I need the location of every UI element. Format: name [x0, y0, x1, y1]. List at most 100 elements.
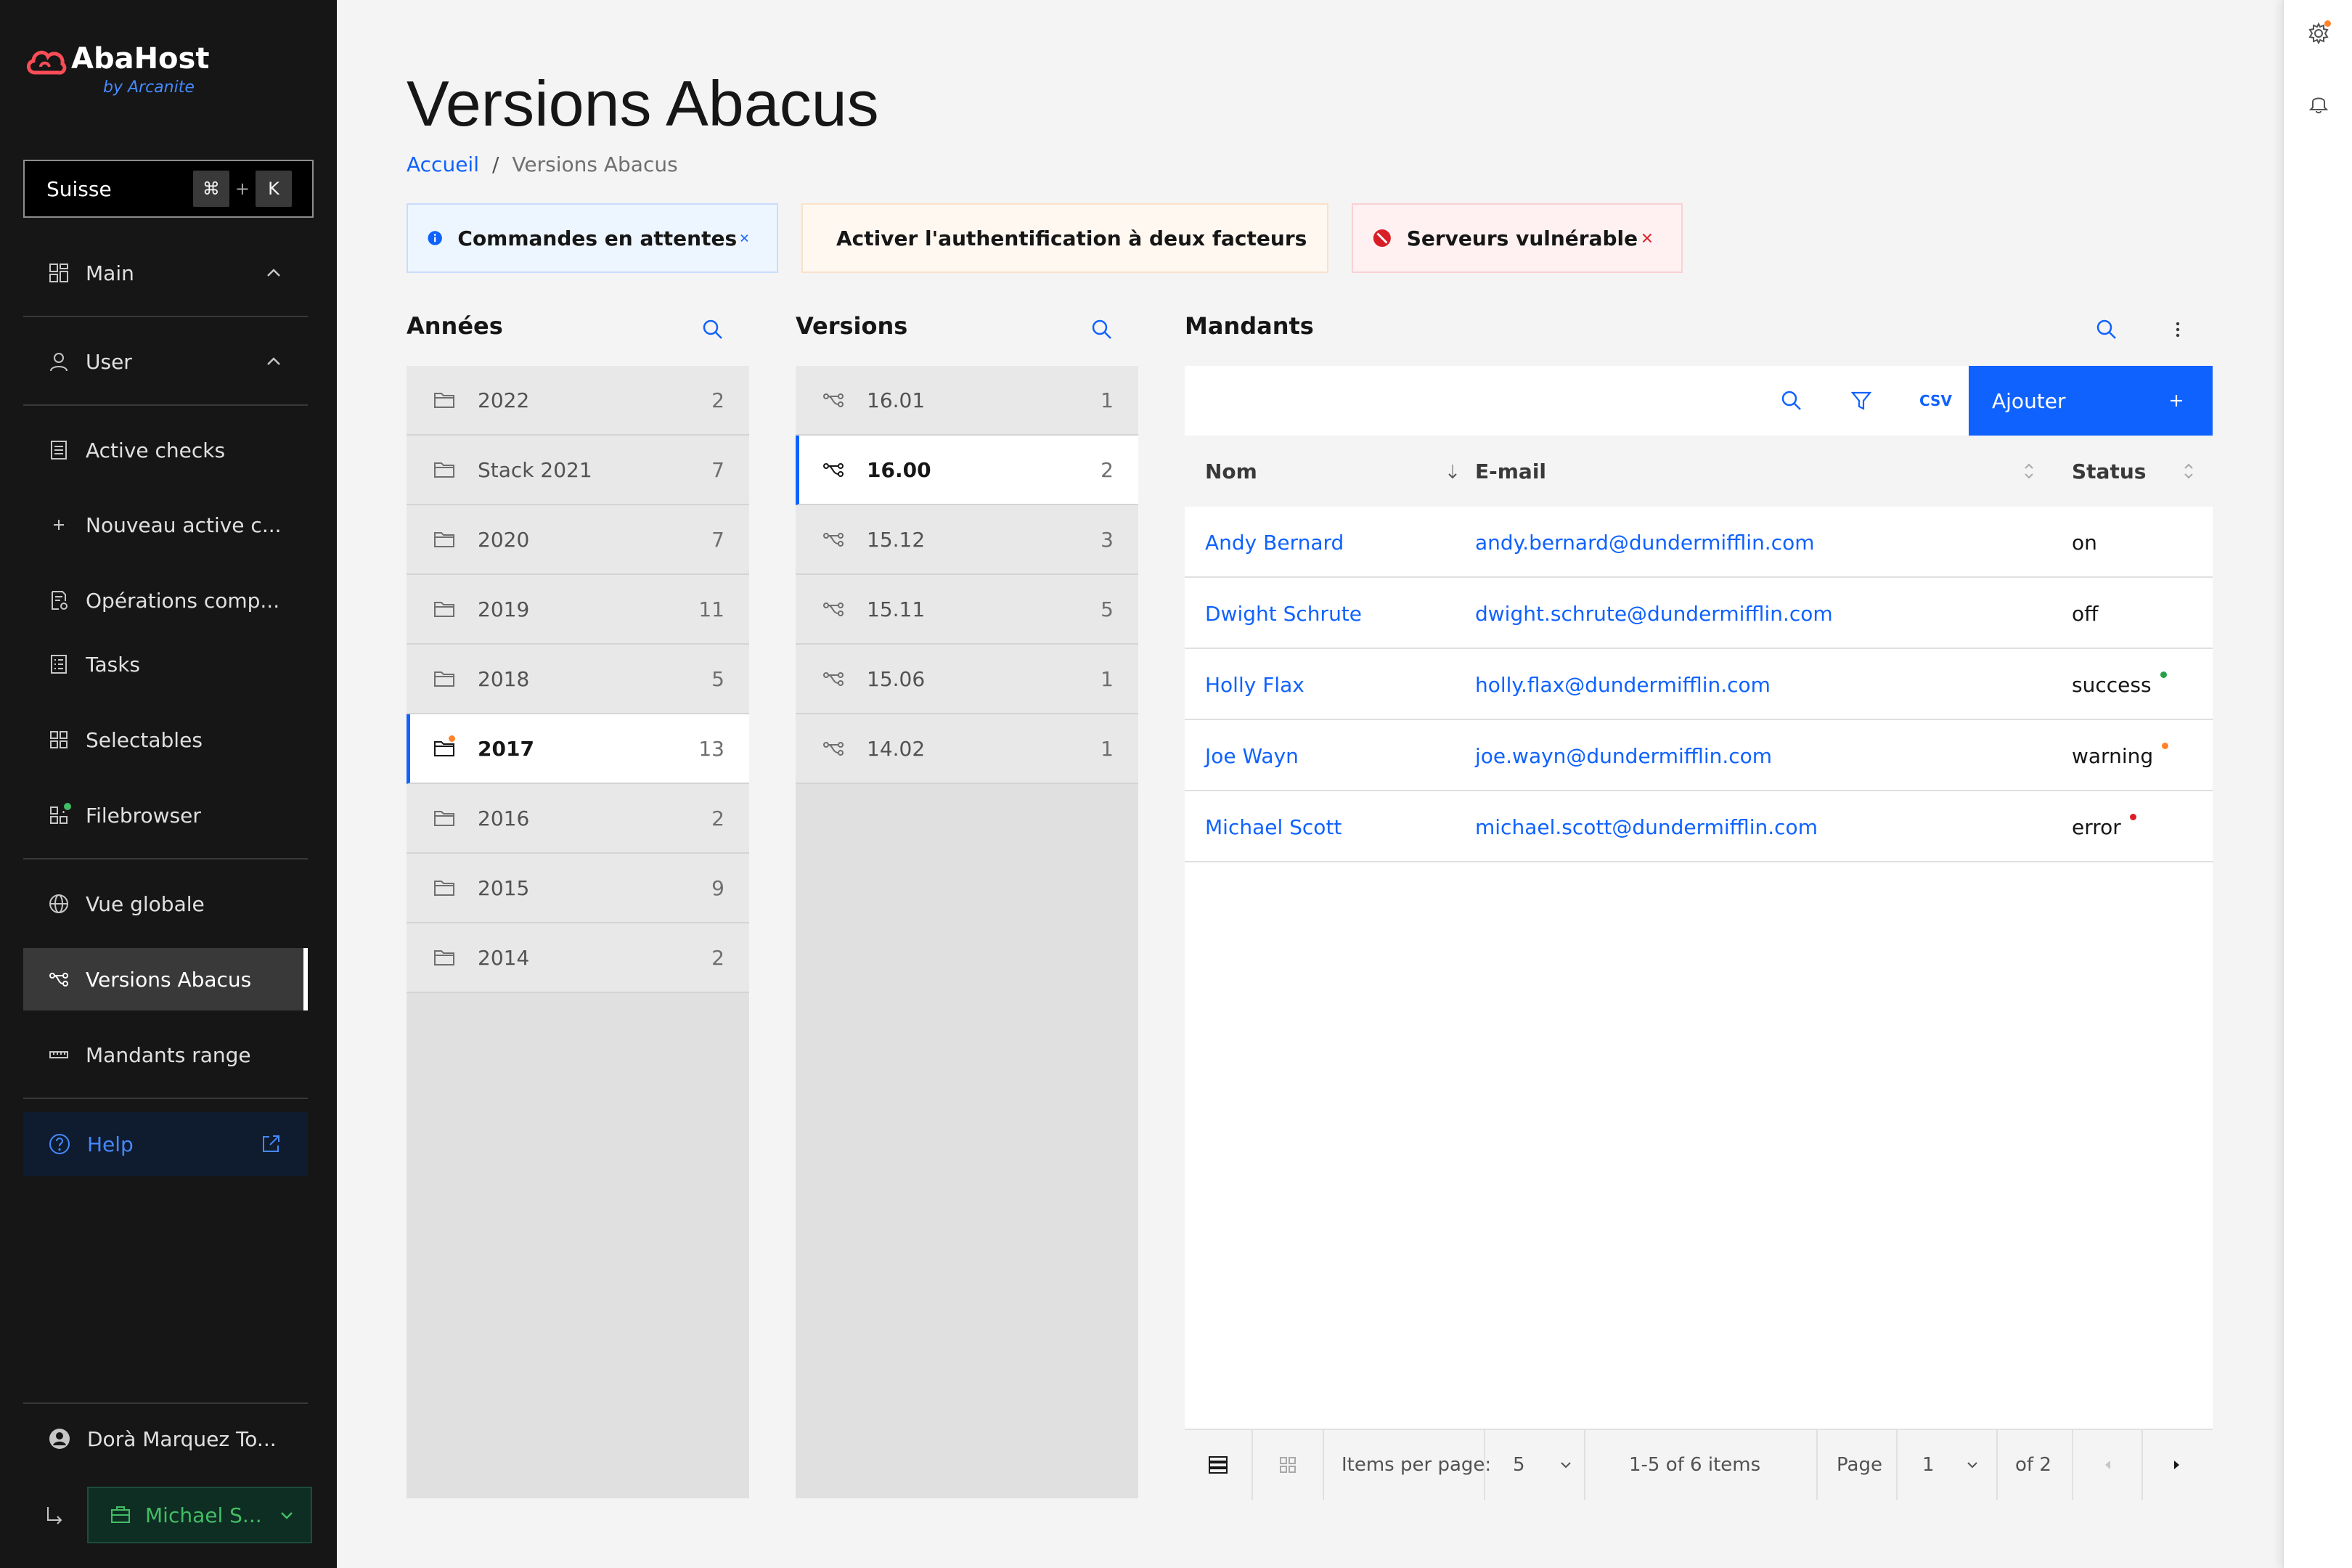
logo[interactable]: AbaHost [25, 42, 209, 78]
chevron-up-icon[interactable] [263, 262, 285, 284]
close-icon[interactable] [737, 228, 752, 248]
breadcrumb-home[interactable]: Accueil [407, 152, 479, 176]
version-item[interactable]: 14.02 1 [796, 714, 1138, 784]
overflow-menu-icon[interactable] [2166, 318, 2189, 341]
pager-divider [1251, 1430, 1253, 1500]
notification-warning-text: Activer l'authentification à deux facteu… [836, 226, 1307, 250]
nav-vue-globale-label: Vue globale [86, 891, 205, 916]
nav-tasks[interactable]: Tasks [23, 633, 308, 695]
folder-icon [433, 667, 456, 690]
year-label: 2017 [478, 736, 534, 761]
nav-divider [23, 1098, 308, 1099]
mandant-name[interactable]: Michael Scott [1205, 791, 1342, 862]
chevron-up-icon[interactable] [263, 351, 285, 372]
nav-mandants-range-label: Mandants range [86, 1042, 251, 1067]
filter-icon[interactable] [1850, 389, 1873, 412]
nav-user[interactable]: User [23, 330, 308, 393]
nav-filebrowser[interactable]: Filebrowser [23, 784, 308, 846]
year-item[interactable]: 2018 5 [407, 645, 749, 714]
mandant-name[interactable]: Dwight Schrute [1205, 578, 1362, 649]
user-avatar-icon [49, 1429, 70, 1449]
mandant-name[interactable]: Holly Flax [1205, 649, 1304, 720]
year-item[interactable]: 2017 13 [407, 714, 749, 784]
mandant-email[interactable]: holly.flax@dundermifflin.com [1475, 649, 1771, 720]
client-switcher-button[interactable]: Michael S... [87, 1487, 312, 1543]
table-row[interactable]: Andy Bernard andy.bernard@dundermifflin.c… [1185, 507, 2213, 578]
current-user[interactable]: Dorà Marquez To... [23, 1407, 308, 1471]
column-header-name[interactable]: Nom [1205, 436, 1466, 507]
version-item[interactable]: 15.11 5 [796, 575, 1138, 645]
folder-icon [433, 388, 456, 412]
mandant-email[interactable]: dwight.schrute@dundermifflin.com [1475, 578, 1833, 649]
next-page-button[interactable] [2168, 1430, 2185, 1500]
search-icon[interactable] [2095, 318, 2118, 341]
page-label: Page [1837, 1454, 1882, 1476]
column-header-email[interactable]: E-mail [1475, 436, 2041, 507]
close-icon[interactable] [1638, 228, 1657, 248]
table-row[interactable]: Joe Wayn joe.wayn@dundermifflin.com warnin… [1185, 720, 2213, 791]
list-view-button[interactable] [1206, 1430, 1230, 1500]
mandant-status-text: warning [2072, 743, 2154, 768]
nav-versions-abacus[interactable]: Versions Abacus [23, 948, 308, 1010]
dashboard-icon [49, 264, 68, 282]
previous-page-button[interactable] [2099, 1430, 2117, 1500]
column-header-status[interactable]: Status [2072, 436, 2195, 507]
settings-button[interactable] [2307, 20, 2331, 45]
version-item[interactable]: 16.01 1 [796, 366, 1138, 436]
nav-selectables[interactable]: Selectables [23, 709, 308, 771]
version-count: 1 [1101, 388, 1114, 412]
nav-active-checks[interactable]: Active checks [23, 419, 308, 481]
notification-error-text: Serveurs vulnérable [1406, 226, 1638, 250]
year-item[interactable]: 2022 2 [407, 366, 749, 436]
nav-operations[interactable]: Opérations comp... [23, 569, 308, 632]
mandant-name[interactable]: Joe Wayn [1205, 720, 1299, 791]
table-row[interactable]: Dwight Schrute dwight.schrute@dundermiffl… [1185, 578, 2213, 649]
quick-search-box[interactable]: Suisse ⌘ + K [23, 160, 314, 218]
csv-export-button[interactable]: CSV [1919, 392, 1952, 409]
nav-operations-label: Opérations comp... [86, 588, 280, 613]
mandant-email[interactable]: joe.wayn@dundermifflin.com [1475, 720, 1772, 791]
table-row[interactable]: Michael Scott michael.scott@dundermifflin… [1185, 791, 2213, 862]
nav-nouveau-active-check[interactable]: Nouveau active c... [23, 494, 308, 556]
nav-vue-globale[interactable]: Vue globale [23, 873, 308, 935]
version-item[interactable]: 15.06 1 [796, 645, 1138, 714]
notifications-button[interactable] [2307, 91, 2330, 115]
mandant-email[interactable]: michael.scott@dundermifflin.com [1475, 791, 1818, 862]
caret-left-icon [2105, 1461, 2110, 1469]
version-item[interactable]: 16.00 2 [796, 436, 1138, 505]
year-item[interactable]: 2016 2 [407, 784, 749, 854]
external-link-icon [263, 1135, 279, 1152]
year-item[interactable]: 2014 2 [407, 923, 749, 993]
search-icon[interactable] [701, 318, 724, 341]
nav-user-label: User [86, 349, 132, 374]
folder-icon [433, 735, 456, 760]
table-row[interactable]: Holly Flax holly.flax@dundermifflin.com su… [1185, 649, 2213, 720]
year-item[interactable]: 2015 9 [407, 854, 749, 923]
version-item[interactable]: 15.12 3 [796, 505, 1138, 575]
grid-view-button[interactable] [1276, 1430, 1299, 1500]
mandant-email[interactable]: andy.bernard@dundermifflin.com [1475, 507, 1815, 578]
nav-divider [23, 858, 308, 859]
mandants-title: Mandants [1185, 312, 1314, 340]
year-item[interactable]: 2020 7 [407, 505, 749, 575]
nav-main[interactable]: Main [23, 242, 308, 304]
mandant-status: warning [2072, 720, 2169, 791]
add-button[interactable]: Ajouter [1969, 366, 2213, 436]
search-icon[interactable] [1090, 318, 1114, 341]
mandant-name[interactable]: Andy Bernard [1205, 507, 1344, 578]
nav-nouveau-label: Nouveau active c... [86, 513, 282, 537]
page-select[interactable]: 1 [1922, 1430, 1981, 1500]
search-icon[interactable] [1780, 389, 1803, 412]
version-label: 16.00 [867, 457, 931, 482]
folder-icon [433, 946, 456, 969]
branch-icon [822, 667, 845, 690]
year-label: Stack 2021 [478, 457, 592, 482]
breadcrumb-separator: / [491, 152, 499, 176]
nav-mandants-range[interactable]: Mandants range [23, 1024, 308, 1086]
nav-help[interactable]: Help [23, 1112, 308, 1176]
items-per-page-select[interactable]: 5 [1513, 1430, 1575, 1500]
year-item[interactable]: Stack 2021 7 [407, 436, 749, 505]
year-label: 2019 [478, 597, 530, 621]
year-item[interactable]: 2019 11 [407, 575, 749, 645]
year-label: 2015 [478, 875, 530, 900]
